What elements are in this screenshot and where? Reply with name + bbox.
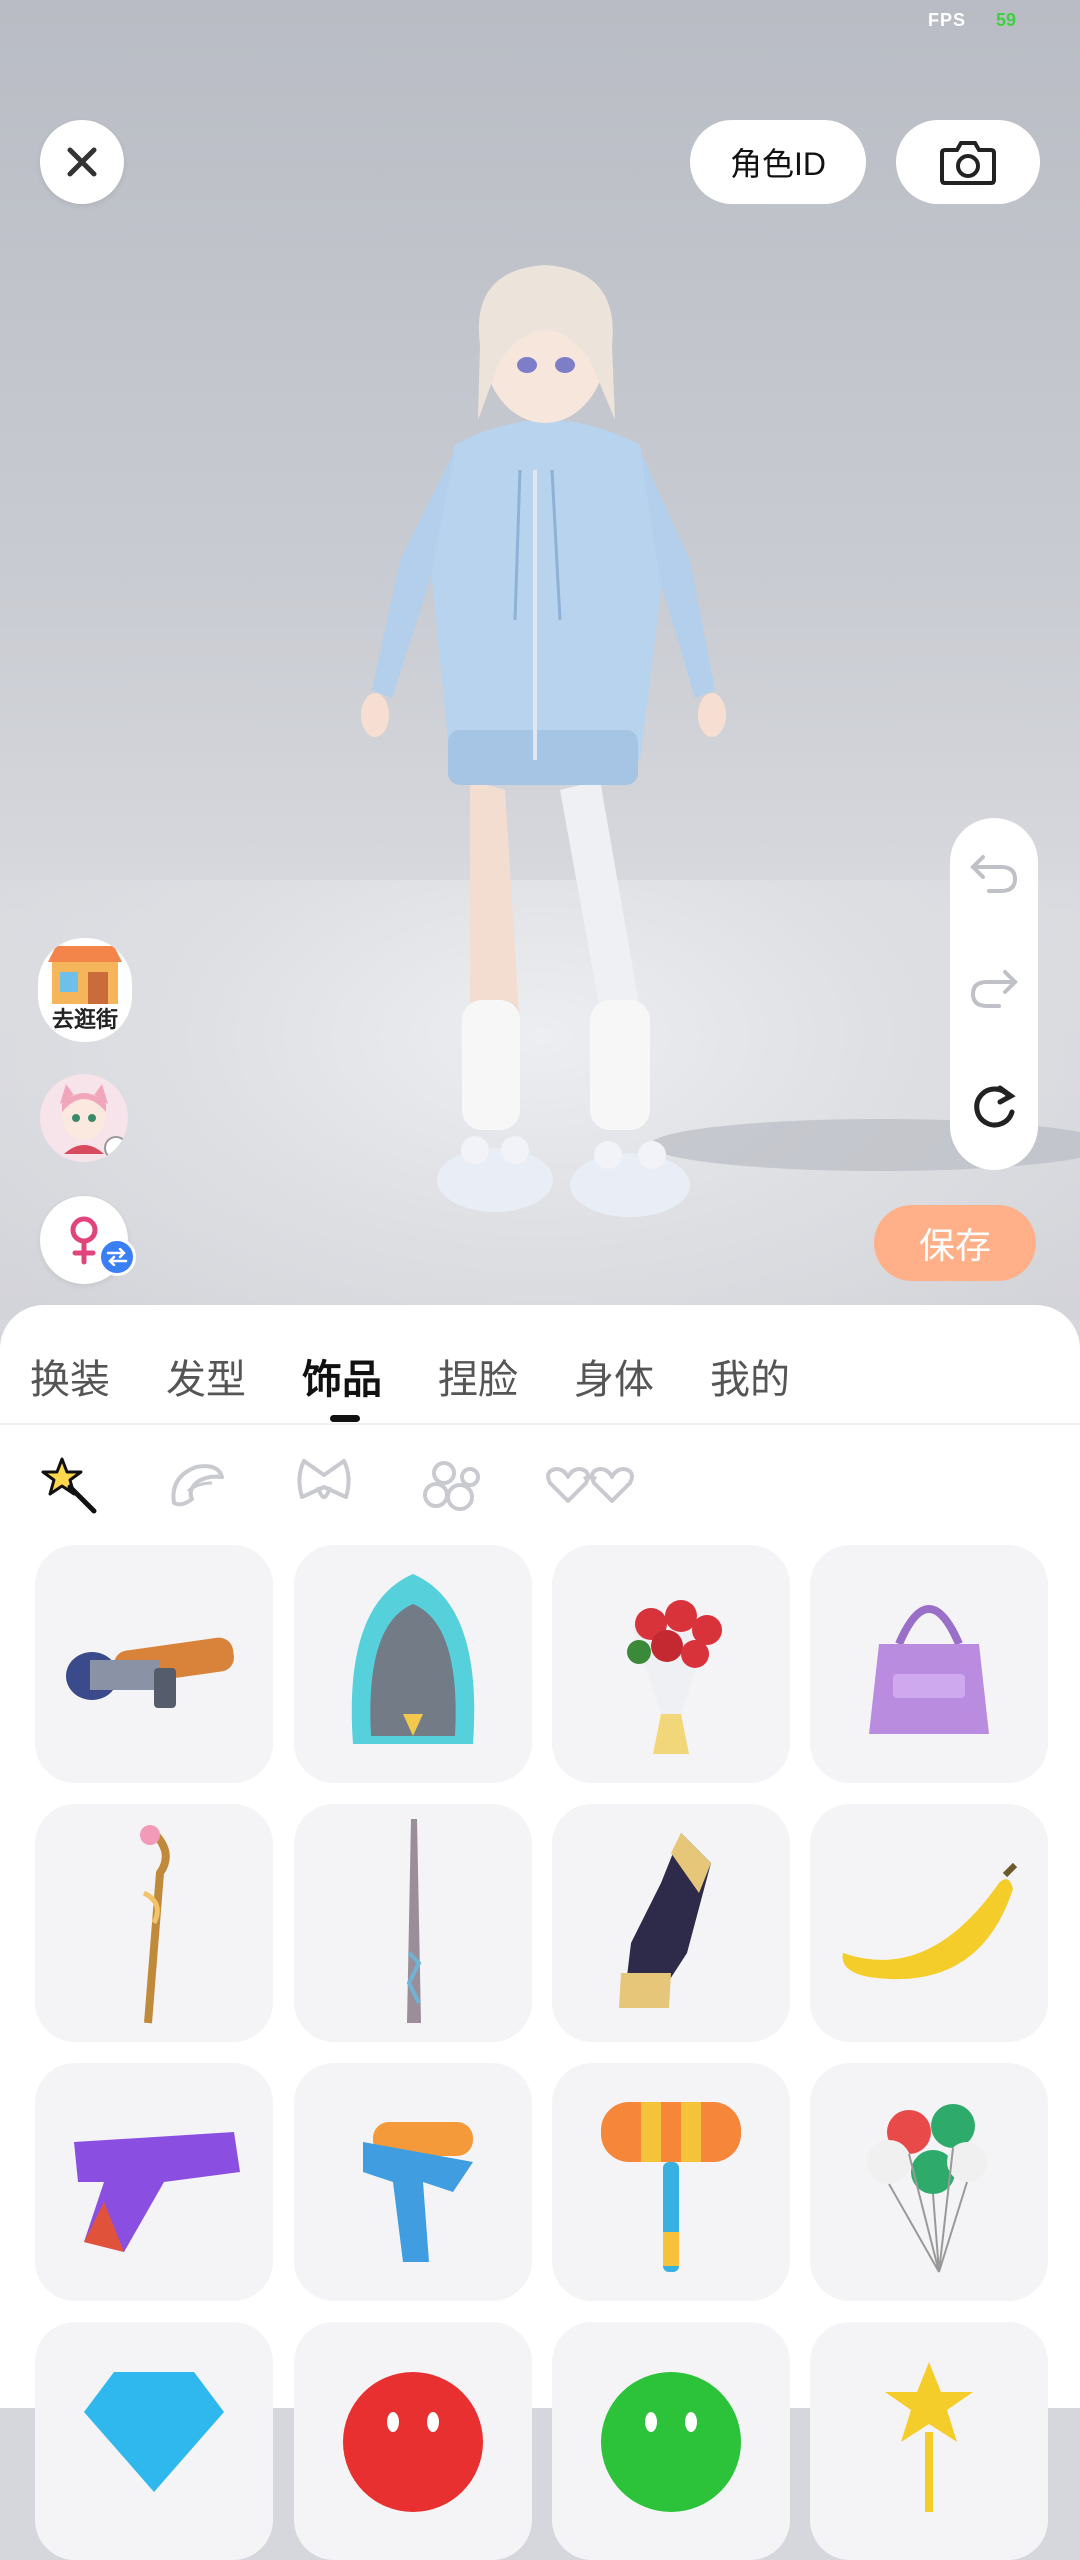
blaster-icon [74,2132,240,2252]
redo-icon [970,970,1018,1009]
fps-label: FPS [928,10,967,30]
item-purple-handbag[interactable] [810,1545,1048,1783]
wand-icon [406,1819,422,2023]
item-toy-hammer[interactable] [552,2063,790,2301]
undo-button[interactable] [969,851,1019,900]
category-tabs: 换装 发型 饰品 捏脸 身体 我的 [0,1305,1080,1423]
subcat-headwear[interactable] [284,1445,364,1525]
role-id-label: 角色ID [729,146,826,182]
item-banana[interactable] [810,1804,1048,2042]
iron-icon [351,1574,475,1744]
tab-hair[interactable]: 发型 [166,1347,246,1405]
camera-icon [940,141,996,185]
go-street-button[interactable]: 去逛街 [38,938,132,1042]
star-wand-icon [885,2362,973,2512]
reset-icon [974,1085,1016,1128]
subcat-handheld[interactable] [30,1445,110,1525]
avatar-scene[interactable]: FPS 59 角色ID 去逛街 保存 [0,0,1080,1320]
item-water-gun[interactable] [294,2063,532,2301]
tab-face[interactable]: 捏脸 [438,1347,518,1405]
item-rose-bouquet[interactable] [552,1545,790,1783]
rocket-launcher-icon [66,1637,234,1708]
profile-avatar-button[interactable] [40,1074,128,1162]
swap-badge-icon [98,1238,136,1276]
item-armored-boot[interactable] [552,1804,790,2042]
hammer-icon [601,2102,741,2272]
flower-icon [423,1461,480,1511]
boot-icon [619,1833,711,2008]
banana-icon [842,1862,1018,1980]
item-rocket-launcher[interactable] [35,1545,273,1783]
item-magic-staff[interactable] [35,1804,273,2042]
water-gun-icon [363,2122,473,2262]
green-face-icon [601,2372,741,2512]
undo-icon [970,855,1018,894]
balloons-icon [867,2104,987,2273]
bouquet-icon [627,1600,722,1754]
subcategory-bar [0,1445,1080,1525]
divider [0,1423,1080,1425]
tab-outfit[interactable]: 换装 [30,1347,110,1405]
camera-button[interactable] [896,120,1040,204]
item-star-wand[interactable] [810,2322,1048,2560]
wing-icon [171,1464,224,1507]
red-smiley-icon [343,2372,483,2512]
tab-body[interactable]: 身体 [574,1347,654,1405]
item-blue-gem[interactable] [35,2322,273,2560]
redo-button[interactable] [969,966,1019,1015]
go-street-label: 去逛街 [51,1007,118,1032]
shop-icon [48,946,122,1004]
item-balloons[interactable] [810,2063,1048,2301]
role-id-button[interactable]: 角色ID [690,120,866,204]
heart-glasses-icon [546,1467,634,1503]
save-button[interactable]: 保存 [874,1205,1036,1281]
hidden-badge-icon [104,1136,128,1160]
item-purple-blaster[interactable] [35,2063,273,2301]
item-iron[interactable] [294,1545,532,1783]
tab-mine[interactable]: 我的 [710,1347,790,1405]
staff-icon [140,1825,170,2024]
wardrobe-sheet: 换装 发型 饰品 捏脸 身体 我的 [0,1305,1080,2560]
subcat-hairpin[interactable] [414,1445,494,1525]
close-icon [67,147,97,177]
subcat-wings[interactable] [156,1445,236,1525]
item-green-face[interactable] [552,2322,790,2560]
subcat-glasses[interactable] [540,1445,640,1525]
bow-icon [297,1459,351,1499]
history-panel [950,818,1038,1170]
item-red-smiley[interactable] [294,2322,532,2560]
fps-value: 59 [996,10,1017,30]
tab-accessories[interactable]: 饰品 [302,1347,382,1405]
tab-indicator [330,1415,360,1422]
item-wand[interactable] [294,1804,532,2042]
magic-wand-icon [41,1457,97,1514]
gem-icon [84,2372,224,2492]
reset-button[interactable] [969,1082,1019,1137]
gender-switch-button[interactable] [40,1196,136,1284]
close-button[interactable] [40,120,124,204]
handbag-icon [869,1605,989,1734]
